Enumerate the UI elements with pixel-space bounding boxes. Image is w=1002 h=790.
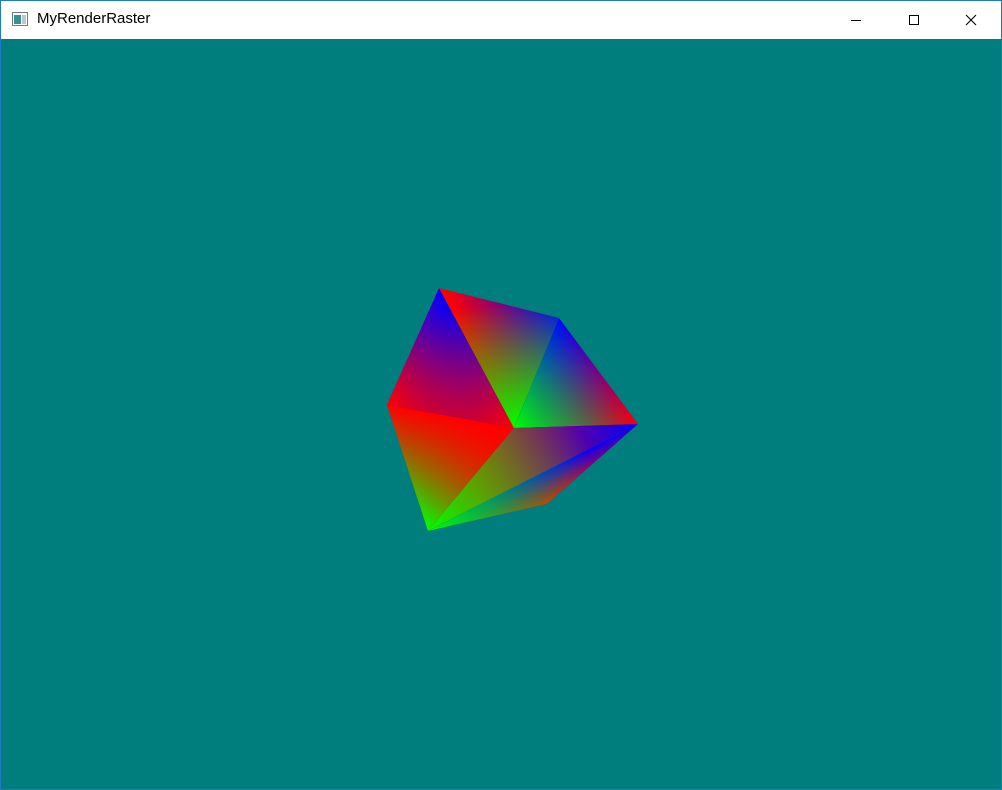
minimize-button[interactable] — [827, 1, 885, 39]
close-button[interactable] — [942, 1, 1000, 39]
title-bar[interactable]: MyRenderRaster — [1, 1, 1001, 39]
render-canvas[interactable] — [1, 39, 1001, 789]
minimize-icon — [851, 20, 861, 21]
window-title: MyRenderRaster — [37, 10, 151, 27]
window-app-icon — [12, 12, 28, 26]
close-icon — [965, 14, 977, 26]
render-viewport — [1, 39, 1001, 789]
maximize-icon — [909, 15, 919, 25]
app-window: MyRenderRaster — [0, 0, 1002, 790]
maximize-button[interactable] — [885, 1, 943, 39]
